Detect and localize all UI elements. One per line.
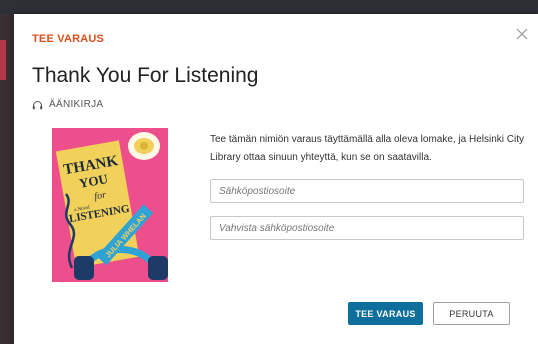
email-field[interactable] xyxy=(210,179,524,203)
submit-reservation-button[interactable]: TEE VARAUS xyxy=(348,302,423,325)
modal-eyebrow: TEE VARAUS xyxy=(32,33,105,45)
headphones-icon xyxy=(32,100,43,109)
page-backdrop-accent xyxy=(0,40,6,80)
book-cover: THANK YOU for LISTENING a Novel JULIA WH… xyxy=(52,128,168,282)
book-cover-art: THANK YOU for LISTENING a Novel JULIA WH… xyxy=(52,128,168,282)
close-icon xyxy=(516,28,528,40)
cancel-button[interactable]: PERUUTA xyxy=(433,302,510,325)
page-backdrop-top xyxy=(0,0,538,14)
reservation-modal: TEE VARAUS Thank You For Listening ÄÄNIK… xyxy=(14,14,538,344)
format-row: ÄÄNIKIRJA xyxy=(32,99,103,110)
close-button[interactable] xyxy=(512,24,532,44)
reservation-description: Tee tämän nimiön varaus täyttämällä alla… xyxy=(210,134,525,163)
cover-title-word: for xyxy=(94,190,108,203)
confirm-email-field[interactable] xyxy=(210,216,524,240)
book-title: Thank You For Listening xyxy=(32,64,259,87)
format-label: ÄÄNIKIRJA xyxy=(49,99,104,110)
